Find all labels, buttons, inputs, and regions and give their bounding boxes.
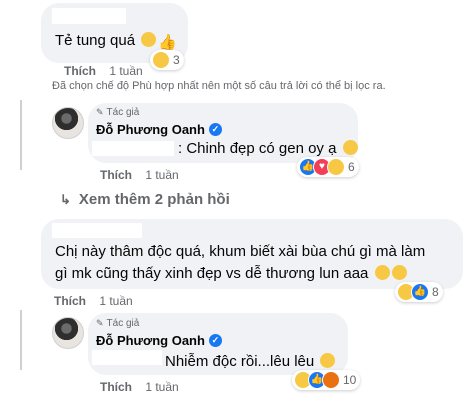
like-icon: 👍 bbox=[411, 283, 429, 301]
author-tag-label: Tác giả bbox=[106, 107, 140, 118]
pleading-icon bbox=[374, 265, 390, 280]
comment-actions: Thích 1 tuần bbox=[54, 294, 133, 308]
redacted-name bbox=[52, 223, 142, 238]
comment-text-content: Tẻ tung quá bbox=[55, 32, 136, 49]
reaction-count: 3 bbox=[173, 53, 180, 67]
reaction-summary[interactable]: 👍 10 bbox=[292, 370, 361, 390]
author-name-text[interactable]: Đỗ Phương Oanh bbox=[96, 333, 205, 348]
haha-icon bbox=[327, 158, 345, 176]
like-button[interactable]: Thích bbox=[100, 168, 132, 182]
like-button[interactable]: Thích bbox=[54, 294, 86, 308]
reaction-count: 10 bbox=[343, 373, 357, 387]
grin-icon bbox=[342, 140, 358, 155]
author-name[interactable]: Đỗ Phương Oanh ✓ bbox=[96, 333, 222, 348]
comment-text: Chị này thâm độc quá, khum biết xài bùa … bbox=[55, 242, 460, 284]
reaction-count: 6 bbox=[348, 160, 355, 174]
rolling-laugh-icon bbox=[141, 32, 157, 47]
more-replies-label[interactable]: Xem thêm 2 phản hồi bbox=[79, 191, 230, 208]
reply-text: Nhiễm độc rồi...lêu lêu bbox=[165, 352, 336, 372]
reaction-summary[interactable]: 👍 ♥ 6 bbox=[297, 157, 359, 177]
comment-text-line: Chị này thâm độc quá, khum biết xài bùa … bbox=[55, 243, 426, 260]
redacted-name bbox=[92, 350, 162, 365]
like-button[interactable]: Thích bbox=[100, 380, 132, 394]
reaction-count: 8 bbox=[432, 285, 439, 299]
author-tag: ✎ Tác giả bbox=[96, 107, 139, 118]
author-tag-icon: ✎ bbox=[96, 107, 104, 117]
redacted-name bbox=[92, 141, 174, 156]
avatar[interactable] bbox=[52, 107, 84, 139]
thread-line bbox=[20, 310, 22, 370]
author-name[interactable]: Đỗ Phương Oanh ✓ bbox=[96, 122, 222, 137]
reply-actions: Thích 1 tuần bbox=[100, 168, 179, 182]
author-tag-label: Tác giả bbox=[106, 318, 140, 329]
verified-badge-icon: ✓ bbox=[208, 123, 222, 136]
angry-icon bbox=[322, 371, 340, 389]
reply-text: : Chinh đẹp có gen oy ạ bbox=[178, 139, 358, 159]
reaction-summary[interactable]: 3 bbox=[150, 50, 184, 70]
reply-text-content: : Chinh đẹp có gen oy ạ bbox=[178, 140, 337, 157]
grin-icon bbox=[320, 353, 336, 368]
redacted-name bbox=[52, 8, 126, 24]
worried-icon bbox=[391, 265, 407, 280]
comment-time[interactable]: 1 tuần bbox=[109, 64, 142, 78]
verified-badge-icon: ✓ bbox=[208, 334, 222, 347]
filter-notice: Đã chọn chế độ Phù hợp nhất nên một số c… bbox=[52, 80, 386, 92]
like-button[interactable]: Thích bbox=[64, 64, 96, 78]
author-tag: ✎ Tác giả bbox=[96, 318, 139, 329]
reply-actions: Thích 1 tuần bbox=[100, 380, 179, 394]
comment-time[interactable]: 1 tuần bbox=[99, 294, 132, 308]
author-name-text[interactable]: Đỗ Phương Oanh bbox=[96, 122, 205, 137]
comment-actions: Thích 1 tuần bbox=[64, 64, 143, 78]
more-replies-link[interactable]: ↳ Xem thêm 2 phản hồi bbox=[60, 191, 230, 208]
reply-arrow-icon: ↳ bbox=[60, 191, 71, 207]
reply-time[interactable]: 1 tuần bbox=[145, 168, 178, 182]
thread-line bbox=[20, 100, 22, 170]
comment-text-line-2: gì mk cũng thấy xinh đẹp vs dễ thương lu… bbox=[55, 264, 460, 284]
author-tag-icon: ✎ bbox=[96, 318, 104, 328]
avatar[interactable] bbox=[52, 317, 84, 349]
reply-time[interactable]: 1 tuần bbox=[145, 380, 178, 394]
reply-text-content: Nhiễm độc rồi...lêu lêu bbox=[165, 353, 315, 370]
haha-icon bbox=[152, 51, 170, 69]
comment-text-content: gì mk cũng thấy xinh đẹp vs dễ thương lu… bbox=[55, 265, 369, 282]
reaction-summary[interactable]: 👍 8 bbox=[395, 282, 443, 302]
